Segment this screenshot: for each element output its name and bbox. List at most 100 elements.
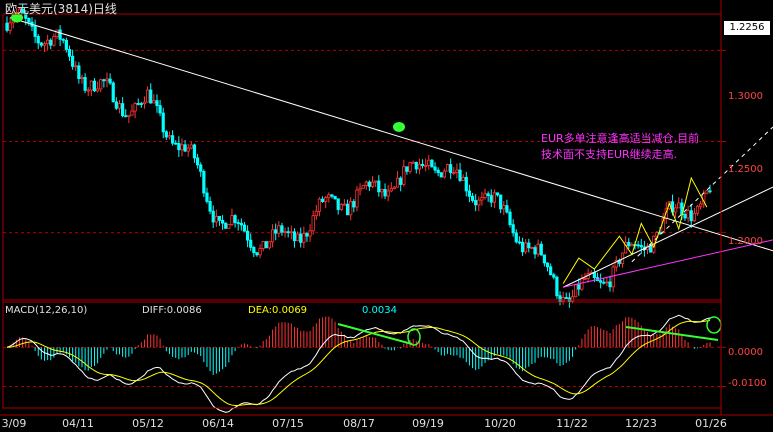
candle-body [605,281,609,284]
candle-body [699,203,703,207]
candle-body [139,103,143,105]
candle-body [380,188,384,193]
candle-body [80,77,84,79]
x-tick-label: 04/11 [62,417,94,430]
candle-body [105,78,109,82]
candle-body [117,103,122,109]
candle-body [436,169,440,174]
candle-body [133,103,137,112]
candle-body [99,79,103,90]
candle-body [224,222,228,229]
candle-body [692,212,696,222]
candle-body [342,203,347,206]
x-tick-label: 01/26 [695,417,727,430]
candle-body [324,197,328,202]
x-tick-label: 3/09 [1,417,27,430]
candle-body [461,176,465,181]
candle-body [349,201,353,216]
candle-body [302,233,306,243]
macd-panel-border [2,301,722,409]
candle-body [683,213,687,219]
x-tick-label: 09/19 [412,417,444,430]
candle-body [386,190,390,197]
candle-body [71,55,75,67]
candle-body [608,281,612,288]
candle-body [402,166,406,185]
candle-body [77,65,81,79]
candle-body [33,25,37,37]
candle-body [96,88,100,92]
candle-body [121,103,125,117]
candle-body [295,233,300,242]
candle-body [445,164,450,172]
candle-body [505,205,509,213]
candle-body [545,262,550,268]
candle-body [408,162,412,172]
candle-body [486,193,490,196]
candle-body [36,36,40,44]
candle-body [449,164,453,174]
candle-body [305,233,309,237]
candle-body [292,231,297,242]
candle-body [502,205,506,210]
candle-body [164,131,168,138]
candle-body [186,147,190,152]
candle-body [433,166,437,171]
candle-body [330,194,334,197]
candle-body [352,201,356,208]
candle-body [577,284,581,290]
candle-body [536,243,540,255]
candle-body [217,215,222,221]
candle-body [274,229,278,234]
candle-body [286,231,290,234]
candle-body [242,224,247,232]
candle-body [483,193,487,199]
candle-body [345,203,350,216]
dea-line [6,319,711,406]
note-line: 技术面不支持EUR继续走高. [541,148,678,161]
candle-body [467,190,472,197]
candle-body [420,163,425,167]
chart-title: 欧元美元(3814)日线 [5,2,117,16]
candle-body [405,166,409,172]
candle-body [52,36,56,46]
candle-body [639,245,643,248]
candle-body [89,80,93,91]
candle-body [245,230,250,241]
candle-body [174,142,178,145]
candle-body [64,39,68,50]
candle-body [230,215,234,225]
candle-body [417,163,422,170]
candle-body [470,195,475,201]
candle-body [367,181,372,187]
candle-body [355,189,359,208]
candle-body [27,17,31,23]
candle-body [442,170,447,178]
candle-body [261,241,265,249]
candle-body [674,207,678,213]
candle-body [145,89,150,103]
candle-body [283,231,287,234]
candle-body [161,112,165,133]
candle-body [561,297,565,302]
candle-body [236,222,240,224]
candle-body [314,210,318,217]
macd-tick-label: 0.0000 [728,347,763,358]
macd-indicator-name: MACD(12,26,10) [5,305,88,316]
candle-body [689,210,693,222]
candle-body [308,230,312,237]
candle-body [158,105,162,114]
candle-body [361,185,365,189]
candle-body [489,195,493,203]
macd-dea-value: DEA:0.0069 [248,305,308,316]
candle-body [539,243,543,256]
candle-body [455,169,459,173]
candle-body [439,172,443,178]
price-tick-label: 1.3000 [728,91,763,102]
candle-body [480,197,484,201]
macd-histogram-value: 0.0034 [362,305,397,316]
candle-body [627,241,631,247]
candle-body [517,241,522,244]
candle-body [170,135,175,144]
candle-body [46,39,50,45]
